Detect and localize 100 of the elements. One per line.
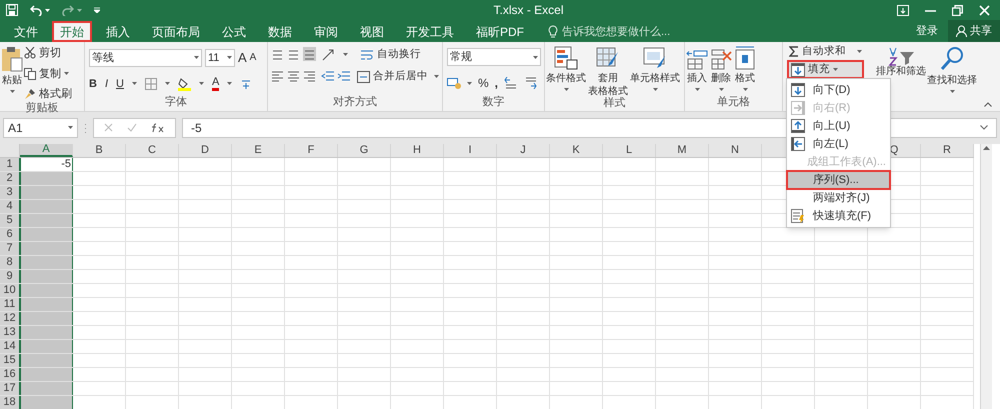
ribbon-display-icon[interactable] [897, 4, 909, 16]
column-header[interactable]: B [73, 144, 126, 157]
share-button[interactable]: 共享 [948, 20, 1000, 42]
row-header[interactable]: 6 [0, 228, 20, 241]
increase-indent-icon[interactable] [337, 70, 350, 84]
menu-item[interactable]: 两端对齐(J) [787, 189, 890, 207]
cell-styles-button[interactable]: 单元格样式 [629, 42, 681, 91]
ribbon-tab[interactable]: 开始 [52, 21, 92, 42]
merge-center-button[interactable]: 合并后居中 [357, 68, 439, 84]
borders-icon[interactable] [144, 78, 157, 90]
ribbon-tab[interactable]: 视图 [352, 21, 392, 42]
font-size-field[interactable]: 11 [205, 48, 235, 67]
column-header[interactable]: E [232, 144, 285, 157]
column-header[interactable]: M [656, 144, 709, 157]
row-header[interactable]: 1 [0, 158, 20, 171]
expand-icon[interactable] [980, 125, 988, 130]
column-header[interactable]: R [921, 144, 974, 157]
tell-me-field[interactable]: 告诉我您想要做什么... [548, 22, 670, 42]
ribbon-tab[interactable]: 开发工具 [398, 21, 462, 42]
ribbon-tab[interactable]: 插入 [98, 21, 138, 42]
wrap-text-button[interactable]: 自动换行 [360, 47, 421, 63]
percent-button[interactable]: % [478, 74, 489, 92]
close-icon[interactable] [979, 4, 990, 16]
phonetic-icon[interactable] [240, 78, 252, 90]
row-header[interactable]: 7 [0, 242, 20, 255]
format-cells-button[interactable]: 格式 [733, 42, 757, 91]
vertical-scrollbar[interactable] [980, 144, 992, 409]
ribbon-tab[interactable]: 公式 [214, 21, 254, 42]
row-header[interactable]: 11 [0, 298, 20, 311]
insert-cells-button[interactable]: 插入 [685, 42, 709, 91]
column-header[interactable]: I [444, 144, 497, 157]
copy-button[interactable]: 复制 [24, 66, 72, 82]
column-header[interactable]: G [338, 144, 391, 157]
paste-button[interactable]: 粘贴 [0, 42, 24, 93]
shrink-font-button[interactable]: A [250, 50, 256, 66]
align-icon[interactable] [271, 68, 284, 83]
grow-font-button[interactable]: A [238, 48, 247, 68]
row-header[interactable]: 15 [0, 354, 20, 367]
comma-button[interactable]: , [494, 74, 498, 92]
font-color-button[interactable]: A [212, 76, 220, 91]
row-header[interactable]: 3 [0, 186, 20, 199]
row-header[interactable]: 14 [0, 340, 20, 353]
align-icon[interactable] [303, 47, 316, 61]
decrease-decimal-icon[interactable] [524, 77, 538, 89]
fill-color-icon[interactable] [178, 76, 191, 91]
cut-button[interactable]: 剪切 [24, 45, 72, 62]
save-icon[interactable] [6, 4, 18, 16]
column-header[interactable]: K [550, 144, 603, 157]
conditional-formatting-button[interactable]: 条件格式 [545, 42, 587, 91]
redo-icon[interactable] [62, 4, 74, 16]
row-header[interactable]: 17 [0, 382, 20, 395]
row-header[interactable]: 16 [0, 368, 20, 381]
restore-icon[interactable] [952, 4, 963, 16]
decrease-indent-icon[interactable] [321, 70, 334, 84]
ribbon-tab[interactable]: 页面布局 [144, 21, 208, 42]
scroll-up-icon[interactable] [983, 146, 990, 150]
column-header[interactable]: J [497, 144, 550, 157]
italic-button[interactable]: I [104, 76, 108, 92]
row-header[interactable]: 13 [0, 326, 20, 339]
menu-item[interactable]: 序列(S)... [787, 171, 890, 189]
underline-button[interactable]: U [116, 76, 124, 92]
fill-button[interactable]: 填充 [789, 62, 862, 77]
column-header[interactable]: L [603, 144, 656, 157]
column-header[interactable]: N [709, 144, 762, 157]
row-header[interactable]: 9 [0, 270, 20, 283]
column-header[interactable]: D [179, 144, 232, 157]
format-painter-button[interactable]: 格式刷 [24, 86, 72, 102]
undo-icon[interactable] [30, 4, 42, 16]
increase-decimal-icon[interactable] [504, 77, 518, 89]
row-header[interactable]: 12 [0, 312, 20, 325]
align-icon[interactable] [287, 68, 300, 83]
column-header[interactable]: C [126, 144, 179, 157]
align-icon[interactable] [303, 68, 316, 83]
menu-item[interactable]: 快速填充(F) [787, 207, 890, 225]
bold-button[interactable]: B [89, 76, 97, 92]
format-as-table-button[interactable]: 套用 表格格式 [587, 42, 629, 98]
delete-cells-button[interactable]: 删除 [709, 42, 733, 91]
number-format-field[interactable]: 常规 [447, 48, 541, 66]
column-header[interactable]: H [391, 144, 444, 157]
autosum-button[interactable]: 自动求和 [789, 44, 862, 59]
name-box[interactable]: A1 [3, 118, 78, 138]
row-header[interactable]: 18 [0, 396, 20, 409]
collapse-ribbon-icon[interactable] [984, 102, 992, 107]
column-header[interactable]: F [285, 144, 338, 157]
ribbon-tab[interactable]: 文件 [6, 21, 46, 42]
font-name-field[interactable]: 等线 [89, 48, 202, 67]
column-header[interactable]: A [20, 144, 73, 157]
row-header[interactable]: 2 [0, 172, 20, 185]
row-header[interactable]: 8 [0, 256, 20, 269]
row-header[interactable]: 10 [0, 284, 20, 297]
row-header[interactable]: 5 [0, 214, 20, 227]
ribbon-tab[interactable]: 审阅 [306, 21, 346, 42]
find-select-button[interactable]: 查找和选择 [926, 42, 978, 111]
sign-in-link[interactable]: 登录 [916, 22, 938, 39]
row-header[interactable]: 4 [0, 200, 20, 213]
menu-item[interactable]: 向下(D) [787, 81, 890, 99]
ribbon-tab[interactable]: 数据 [260, 21, 300, 42]
ribbon-tab[interactable]: 福昕PDF [468, 21, 532, 42]
currency-icon[interactable] [447, 77, 461, 89]
insert-function-icon[interactable] [151, 122, 165, 132]
